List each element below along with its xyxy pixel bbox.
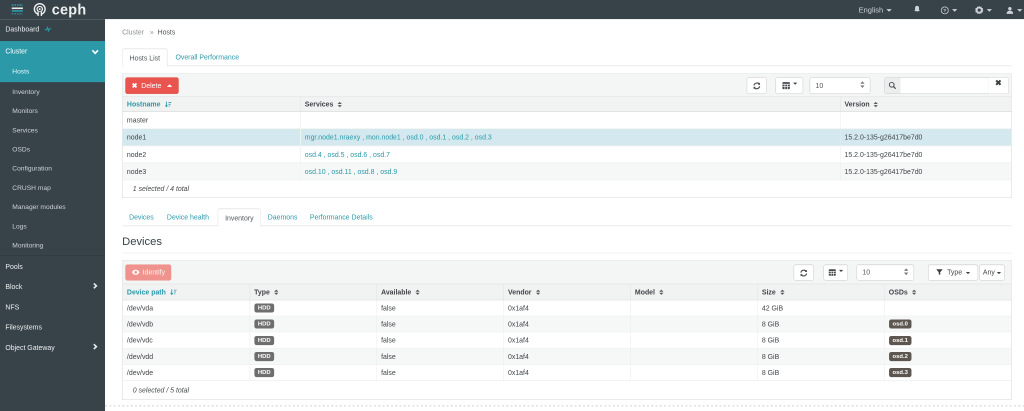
svg-text:?: ? xyxy=(943,8,946,14)
